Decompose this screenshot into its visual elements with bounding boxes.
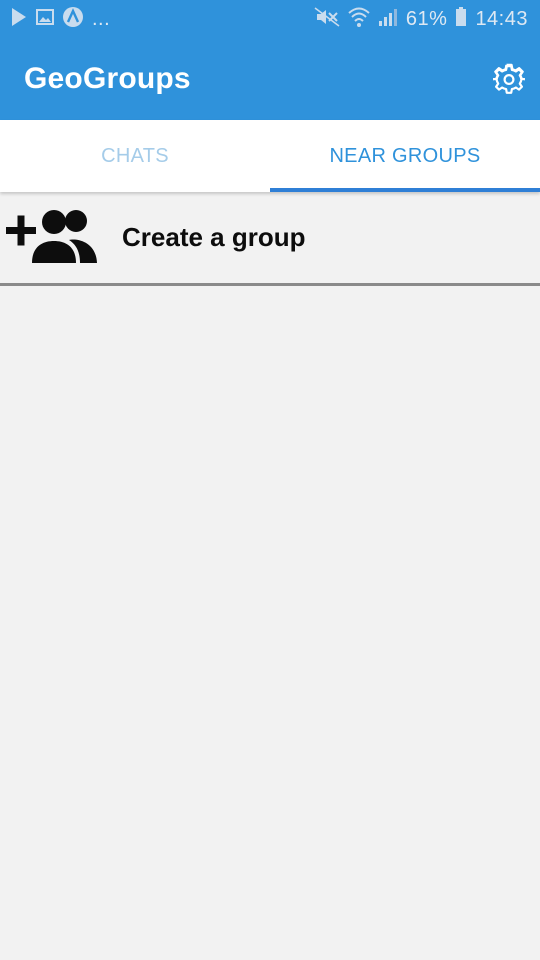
battery-percent: 61% bbox=[405, 7, 448, 30]
create-group-button[interactable]: Create a group bbox=[0, 192, 540, 286]
battery-icon bbox=[455, 6, 467, 32]
tab-chats[interactable]: CHATS bbox=[0, 120, 270, 192]
tab-bar: CHATS NEAR GROUPS bbox=[0, 120, 540, 192]
image-icon bbox=[36, 8, 54, 30]
status-bar-notifications: ... bbox=[10, 6, 110, 33]
signal-icon bbox=[378, 7, 398, 32]
status-bar-system: 61% 14:43 bbox=[314, 6, 528, 32]
create-group-label: Create a group bbox=[122, 222, 306, 252]
play-store-icon bbox=[10, 7, 28, 32]
notifications-more: ... bbox=[92, 7, 111, 30]
app-title: GeoGroups bbox=[24, 62, 191, 95]
a-circle-icon bbox=[62, 6, 84, 33]
status-time: 14:43 bbox=[475, 7, 528, 30]
gear-icon[interactable] bbox=[492, 62, 526, 96]
group-add-icon bbox=[6, 207, 98, 268]
status-bar: ... 61% 14:43 bbox=[0, 0, 540, 38]
app-bar: GeoGroups bbox=[0, 38, 540, 120]
tab-near-groups[interactable]: NEAR GROUPS bbox=[270, 120, 540, 192]
muted-icon bbox=[314, 6, 340, 32]
wifi-icon bbox=[348, 7, 370, 32]
